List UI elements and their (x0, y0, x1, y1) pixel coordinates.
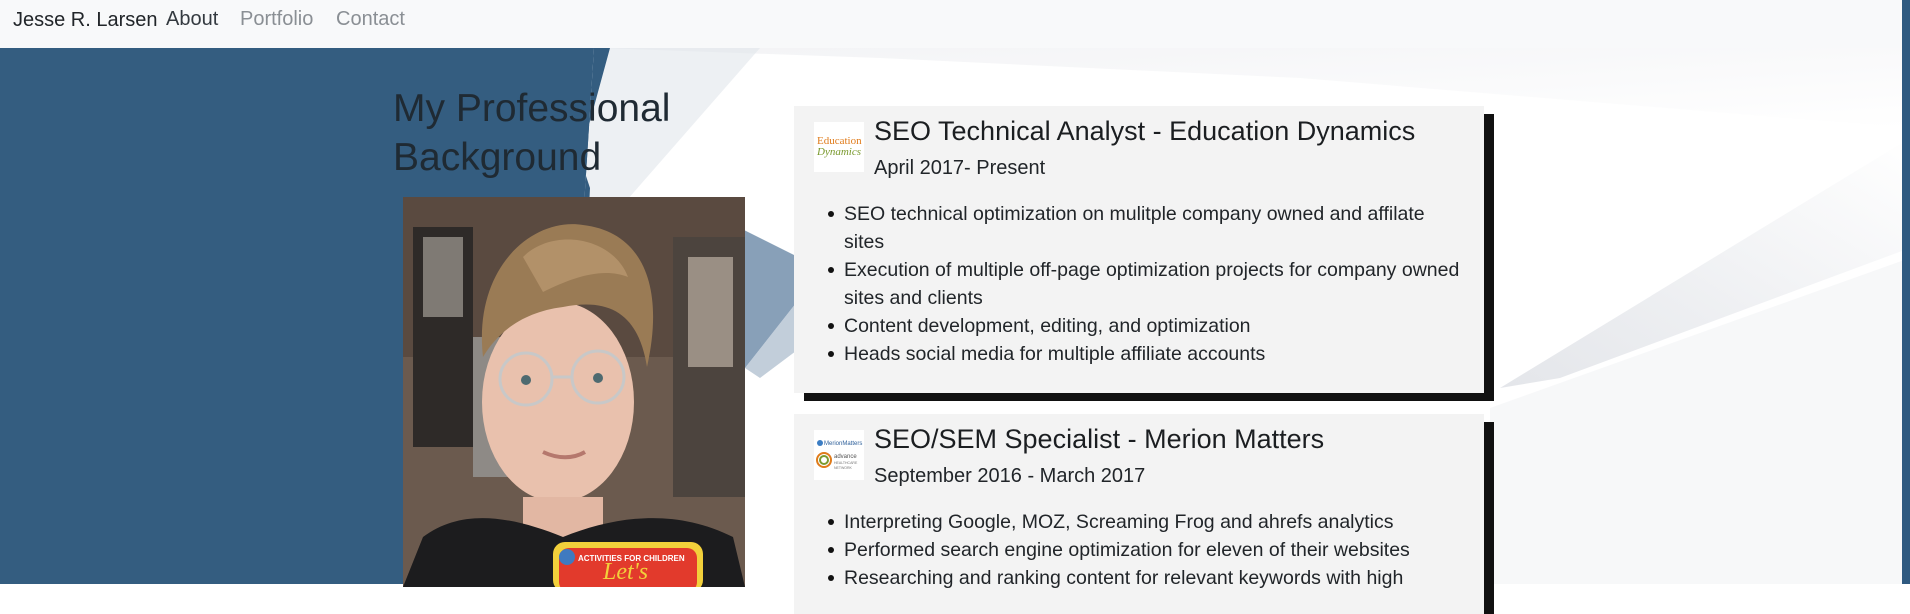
nav-link-portfolio[interactable]: Portfolio (240, 8, 313, 31)
svg-text:NETWORK: NETWORK (834, 466, 853, 470)
top-navbar: Jesse R. Larsen About Portfolio Contact (0, 0, 1910, 48)
list-item: Researching and ranking content for rele… (828, 564, 1469, 592)
job-title: SEO/SEM Specialist - Merion Matters (874, 424, 1325, 454)
list-item: Interpreting Google, MOZ, Screaming Frog… (828, 508, 1469, 536)
job-card-education-dynamics: Education Dynamics SEO Technical Analyst… (794, 106, 1484, 393)
duty-list: SEO technical optimization on mulitple c… (828, 200, 1469, 368)
vertical-scrollbar[interactable] (1902, 0, 1910, 584)
list-item: Performed search engine optimization for… (828, 536, 1469, 564)
list-item: Content development, editing, and optimi… (828, 312, 1469, 340)
svg-text:HEALTHCARE: HEALTHCARE (834, 461, 858, 465)
profile-photo: ACTIVITIES FOR CHILDREN Let's (403, 197, 745, 587)
nav-link-about[interactable]: About (166, 8, 218, 31)
svg-text:MerionMatters: MerionMatters (824, 441, 862, 447)
svg-text:Dynamics: Dynamics (816, 146, 861, 158)
education-dynamics-logo-icon: Education Dynamics (814, 122, 864, 172)
job-dates: September 2016 - March 2017 (874, 465, 1146, 487)
job-card-merion-matters: MerionMatters advance HEALTHCARE NETWORK… (794, 414, 1484, 614)
nav-link-contact[interactable]: Contact (336, 8, 405, 31)
job-dates: April 2017- Present (874, 157, 1046, 179)
svg-text:advance: advance (834, 454, 857, 460)
job-title: SEO Technical Analyst - Education Dynami… (874, 116, 1416, 146)
page-title: My Professional Background (393, 87, 671, 179)
shirt-text-line1: Let's (602, 559, 648, 585)
list-item: Execution of multiple off-page optimizat… (828, 256, 1469, 312)
site-brand-link[interactable]: Jesse R. Larsen (13, 9, 158, 32)
list-item: SEO technical optimization on mulitple c… (828, 200, 1469, 256)
merion-matters-logo-icon: MerionMatters advance HEALTHCARE NETWORK (814, 430, 864, 480)
list-item: Heads social media for multiple affiliat… (828, 340, 1469, 368)
duty-list: Interpreting Google, MOZ, Screaming Frog… (828, 508, 1469, 592)
